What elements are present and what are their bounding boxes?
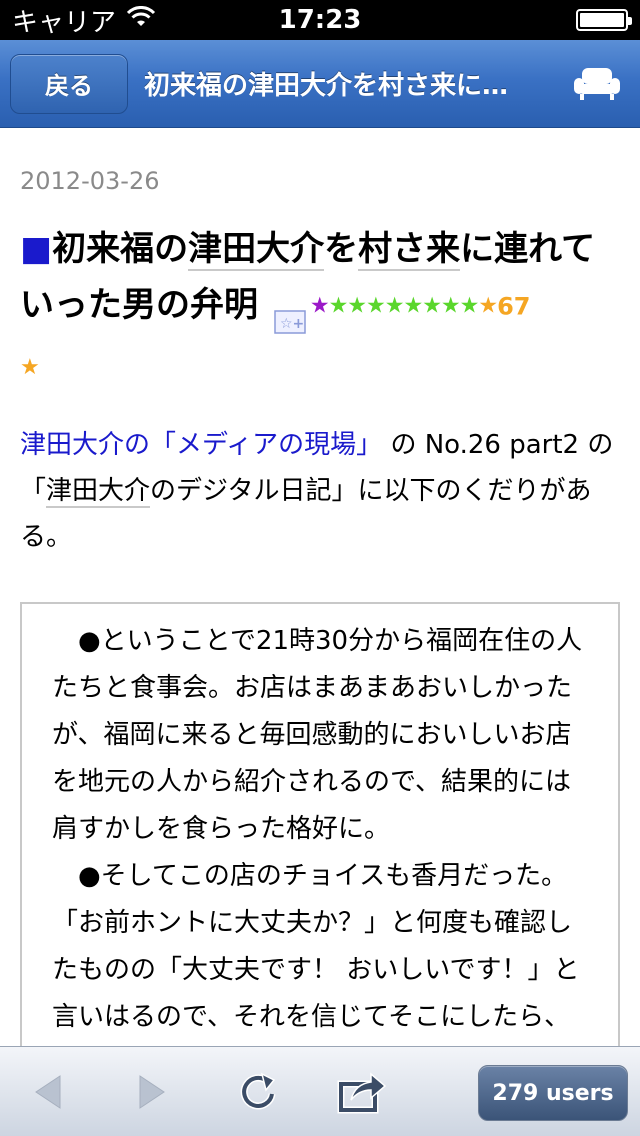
status-bar: キャリア 17:23 (0, 0, 640, 40)
star-count[interactable]: 67 (497, 293, 530, 321)
add-star-icon[interactable]: ☆+ (274, 295, 306, 334)
square-icon: ■ (20, 229, 53, 269)
forward-arrow-icon[interactable] (100, 1047, 200, 1136)
yellow-star-icon: ★ (20, 354, 40, 380)
back-button[interactable]: 戻る (10, 53, 128, 114)
users-count-button[interactable]: 279 users (478, 1065, 628, 1121)
article-content: 2012-03-26 ■初来福の津田大介を村さ来に連れていった男の弁明 ☆+ ★… (0, 129, 640, 1046)
wifi-icon (126, 5, 156, 35)
svg-text:☆+: ☆+ (280, 316, 304, 332)
share-icon[interactable] (312, 1047, 412, 1136)
reload-icon[interactable] (208, 1047, 308, 1136)
sofa-icon[interactable] (562, 54, 632, 114)
green-stars-icon: ★★★★★★★★ (328, 293, 480, 319)
bottom-toolbar: 279 users (0, 1046, 640, 1136)
purple-star-icon: ★ (309, 293, 330, 319)
quote-paragraph: ●そしてこの店のチョイスも香月だった。「お前ホントに大丈夫か？」と何度も確認した… (52, 860, 580, 1032)
battery-icon (576, 9, 632, 31)
orange-star-icon: ★ (478, 293, 498, 319)
star-rating: ★★★★★★★★★★ (309, 293, 498, 319)
page-title: 初来福の津田大介を村さ来に… (144, 71, 509, 101)
entry-title: ■初来福の津田大介を村さ来に連れていった男の弁明 ☆+ ★★★★★★★★★★67… (20, 221, 620, 396)
media-link[interactable]: 津田大介の「メディアの現場」 (20, 430, 382, 460)
entry-date: 2012-03-26 (20, 167, 160, 195)
title-text: を (324, 229, 359, 269)
keyword-link[interactable]: 津田大介 (46, 475, 151, 508)
carrier-label: キャリア (12, 7, 117, 38)
title-text: 初来福の (52, 229, 189, 269)
blockquote: ●ということで21時30分から福岡在住の人たちと食事会。お店はまあまあおいしかっ… (20, 601, 620, 1046)
keyword-link[interactable]: 津田大介 (188, 229, 325, 271)
quote-paragraph: ●ということで21時30分から福岡在住の人たちと食事会。お店はまあまあおいしかっ… (52, 625, 583, 844)
back-arrow-icon[interactable] (0, 1047, 100, 1136)
keyword-link[interactable]: 村さ来 (358, 229, 461, 271)
navigation-bar: 戻る 初来福の津田大介を村さ来に… (0, 40, 640, 128)
intro-paragraph: 津田大介の「メディアの現場」 の No.26 part2 の「津田大介のデジタル… (20, 422, 620, 560)
